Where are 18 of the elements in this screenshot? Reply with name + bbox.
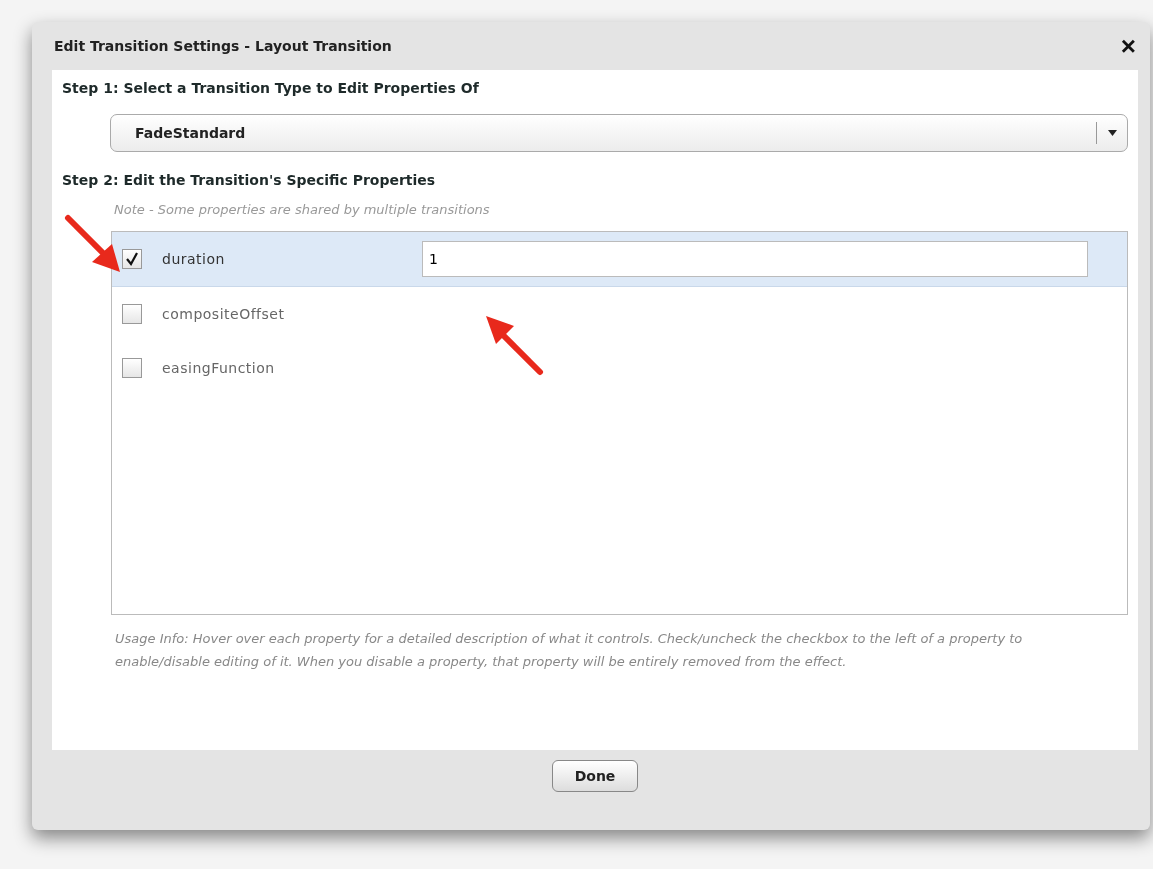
dialog-title: Edit Transition Settings - Layout Transition	[54, 38, 392, 54]
checkbox[interactable]	[122, 358, 142, 378]
property-name: compositeOffset	[162, 306, 286, 322]
step-heading: Step 2: Edit the Transition's Specific Properties	[62, 172, 437, 188]
done-button[interactable]: Done	[551, 760, 639, 792]
checkbox[interactable]	[122, 304, 142, 324]
checkbox[interactable]	[122, 249, 142, 269]
note-text: Note - Some properties are shared by multiple transitions	[114, 202, 491, 217]
arrow-annotation	[486, 316, 543, 375]
transition-type-dropdown[interactable]: FadeStandard	[110, 114, 1128, 152]
value-field[interactable]: 1	[422, 241, 1088, 277]
caret-icon	[1108, 130, 1117, 136]
arrow-annotation	[65, 215, 120, 272]
property-name: duration	[162, 251, 226, 267]
close-button[interactable]: ×	[1118, 33, 1138, 59]
usage-info-text: Usage Info: Hover over each property for a detailed description of what it controls. Check/uncheck the checkbox to the left of a property to enable/disable editing of it. When you disable a property, that property will be entirely removed from the effect.	[115, 630, 1024, 671]
property-name: easingFunction	[162, 360, 276, 376]
step-heading: Step 1: Select a Transition Type to Edit Properties Of	[62, 80, 480, 96]
